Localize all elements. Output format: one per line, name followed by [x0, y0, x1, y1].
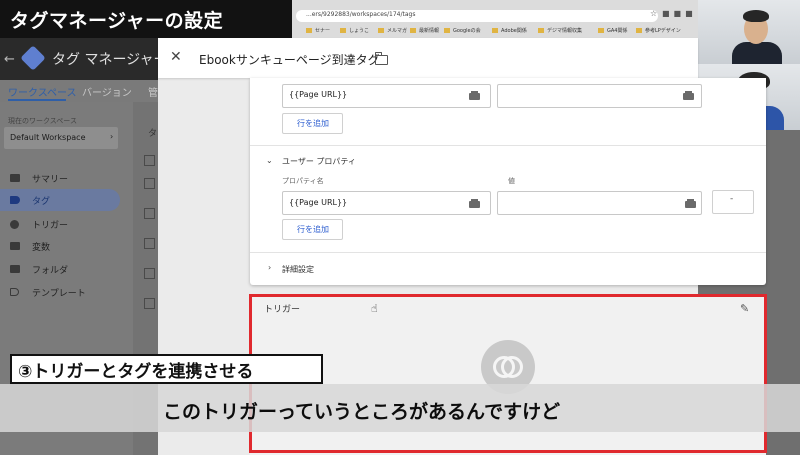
sidebar-item-label: タグ: [32, 197, 51, 207]
row-checkbox[interactable]: [144, 238, 155, 249]
bookmark-item[interactable]: メルマガ: [378, 27, 407, 34]
workspace-caption: 現在のワークスペース: [8, 117, 77, 125]
sidebar-item-label: フォルダ: [32, 266, 69, 276]
caption-text: このトリガーっていうところがあるんですけど: [163, 401, 561, 423]
tab-workspace[interactable]: ワークスペース: [8, 84, 77, 99]
chevron-right-icon: ›: [110, 132, 114, 141]
sidebar-item-label: トリガー: [32, 221, 69, 231]
advanced-settings-title[interactable]: 詳細設定: [282, 264, 314, 275]
sidebar-item-label: サマリー: [32, 175, 69, 185]
tag-icon: [10, 196, 20, 204]
summary-icon: [10, 174, 20, 182]
user-properties-title[interactable]: ユーザー プロパティ: [282, 156, 356, 167]
sidebar-item-label: 変数: [32, 243, 51, 253]
parameter-name-value: {{Page URL}}: [289, 90, 348, 99]
address-bar-url: ...ers/9292883/workspaces/174/tags: [306, 11, 416, 18]
webcam-person-hair: [743, 10, 769, 22]
bookmark-item[interactable]: デジマ情報収集: [538, 27, 582, 34]
add-row-label: 行を追加: [297, 119, 329, 128]
close-icon[interactable]: ✕: [170, 49, 182, 65]
chevron-right-icon[interactable]: ›: [268, 263, 271, 272]
sidebar-item-variables[interactable]: 変数: [0, 235, 120, 257]
bookmark-item[interactable]: セナー: [306, 27, 330, 34]
remove-row-label: -: [730, 194, 734, 204]
property-name-column-label: プロパティ名: [282, 177, 324, 185]
folder-icon: [10, 265, 20, 273]
variable-picker-icon[interactable]: [469, 199, 480, 208]
row-checkbox[interactable]: [144, 268, 155, 279]
sidebar-item-folders[interactable]: フォルダ: [0, 258, 120, 280]
tab-active-indicator: [8, 99, 66, 101]
workspace-name: Default Workspace: [10, 133, 86, 142]
sidebar-item-templates[interactable]: テンプレート: [0, 281, 120, 303]
tab-versions[interactable]: バージョン: [82, 84, 132, 99]
gtm-app-title: タグ マネージャー: [52, 52, 168, 68]
step-label: ③トリガーとタグを連携させる: [18, 362, 254, 382]
row-checkbox[interactable]: [144, 178, 155, 189]
row-checkbox[interactable]: [144, 298, 155, 309]
sidebar-item-summary[interactable]: サマリー: [0, 167, 120, 189]
back-arrow-icon[interactable]: ←: [4, 52, 15, 67]
parameter-value-field[interactable]: [497, 84, 702, 108]
property-name-value: {{Page URL}}: [289, 198, 348, 207]
tag-list-header: タ: [148, 129, 158, 139]
extension-icons[interactable]: ■■■: [662, 9, 697, 18]
property-value-column-label: 値: [508, 177, 515, 185]
chevron-down-icon[interactable]: ⌄: [266, 156, 273, 165]
bookmark-item[interactable]: Googleの会: [444, 27, 481, 34]
tab-admin[interactable]: 管: [148, 84, 158, 99]
add-row-label: 行を追加: [297, 225, 329, 234]
bookmark-item[interactable]: 参考LPデザイン: [636, 27, 681, 34]
tag-name-title[interactable]: Ebookサンキューページ到達タグ: [199, 51, 380, 68]
section-divider: [250, 145, 766, 146]
bookmark-item[interactable]: 最新情報: [410, 27, 439, 34]
sidebar-item-label: テンプレート: [32, 289, 86, 299]
webcam-host: [698, 0, 800, 64]
variable-picker-icon[interactable]: [469, 91, 480, 100]
bookmark-item[interactable]: GA4関係: [598, 27, 627, 34]
property-value-field[interactable]: [497, 191, 702, 215]
folder-icon[interactable]: [375, 55, 388, 65]
row-checkbox[interactable]: [144, 208, 155, 219]
sidebar-item-tags[interactable]: タグ: [0, 189, 120, 211]
bookmark-item[interactable]: しょうこ: [340, 27, 369, 34]
section-divider: [250, 252, 766, 253]
webcam-person-body: [732, 42, 782, 64]
variables-icon: [10, 242, 20, 250]
video-title: タグマネージャーの設定: [10, 10, 224, 32]
select-all-checkbox[interactable]: [144, 155, 155, 166]
variable-picker-icon[interactable]: [683, 91, 694, 100]
variable-picker-icon[interactable]: [685, 199, 696, 208]
trigger-icon: [10, 220, 19, 229]
template-icon: [10, 288, 19, 296]
bookmark-item[interactable]: Adobe関係: [492, 27, 527, 34]
sidebar-item-triggers[interactable]: トリガー: [0, 213, 120, 235]
bookmark-star-icon[interactable]: ☆: [650, 9, 657, 18]
